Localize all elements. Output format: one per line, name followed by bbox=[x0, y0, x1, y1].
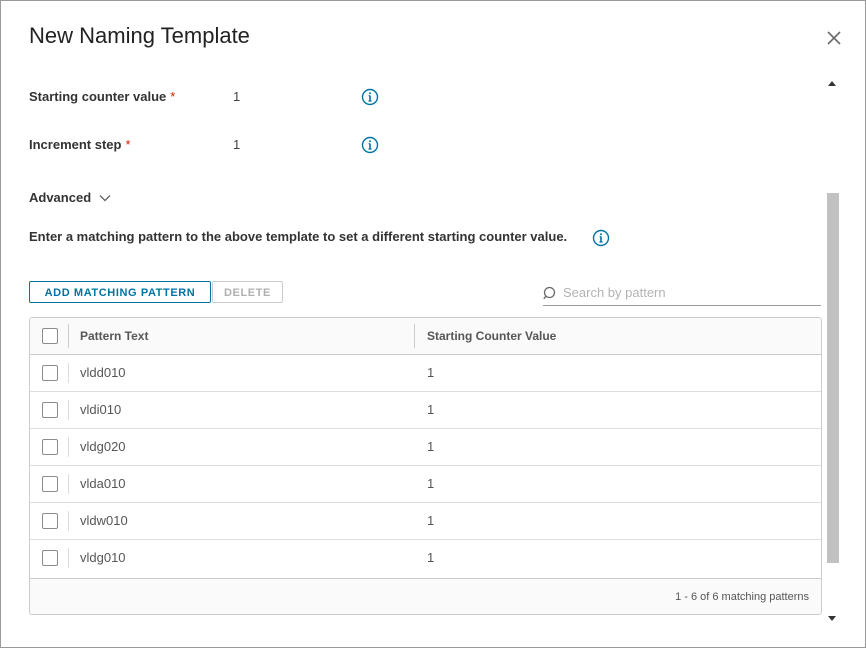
pattern-text-cell: vlda010 bbox=[80, 476, 126, 491]
table-row[interactable]: vldg020 1 bbox=[30, 429, 821, 466]
table-row[interactable]: vldw010 1 bbox=[30, 503, 821, 540]
advanced-toggle[interactable]: Advanced bbox=[29, 190, 111, 205]
starting-counter-field: Starting counter value * 1 bbox=[29, 87, 429, 109]
add-matching-pattern-button[interactable]: ADD MATCHING PATTERN bbox=[29, 281, 211, 303]
row-separator bbox=[68, 511, 69, 531]
row-separator bbox=[68, 363, 69, 383]
row-checkbox[interactable] bbox=[42, 402, 58, 418]
search-box bbox=[543, 281, 821, 306]
required-marker: * bbox=[170, 89, 176, 104]
row-checkbox[interactable] bbox=[42, 476, 58, 492]
pagination-summary: 1 - 6 of 6 matching patterns bbox=[675, 591, 809, 603]
starting-counter-label: Starting counter value * bbox=[29, 89, 176, 104]
matching-pattern-hint: Enter a matching pattern to the above te… bbox=[29, 229, 568, 244]
close-button[interactable] bbox=[823, 27, 845, 49]
new-naming-template-dialog: New Naming Template Starting counter val… bbox=[0, 0, 866, 648]
info-icon[interactable] bbox=[361, 88, 379, 106]
row-separator bbox=[68, 474, 69, 494]
dialog-body: Starting counter value * 1 Increment step… bbox=[1, 75, 843, 623]
chevron-down-icon bbox=[99, 194, 111, 201]
search-icon bbox=[543, 286, 556, 300]
grid-header: Pattern Text Starting Counter Value bbox=[30, 318, 821, 355]
table-row[interactable]: vldg010 1 bbox=[30, 540, 821, 576]
starting-counter-value[interactable]: 1 bbox=[233, 89, 240, 104]
row-checkbox[interactable] bbox=[42, 365, 58, 381]
starting-counter-cell: 1 bbox=[427, 365, 435, 380]
starting-counter-cell: 1 bbox=[427, 439, 435, 454]
scroll-up-arrow-icon[interactable] bbox=[828, 81, 836, 86]
delete-button[interactable]: DELETE bbox=[212, 281, 283, 303]
starting-counter-cell: 1 bbox=[427, 476, 435, 491]
close-icon bbox=[827, 31, 841, 45]
row-separator bbox=[68, 400, 69, 420]
advanced-label: Advanced bbox=[29, 190, 92, 205]
column-header-starting-counter[interactable]: Starting Counter Value bbox=[427, 329, 556, 343]
starting-counter-cell: 1 bbox=[427, 402, 435, 417]
table-row[interactable]: vldd010 1 bbox=[30, 355, 821, 392]
pattern-text-cell: vldd010 bbox=[80, 365, 126, 380]
info-icon[interactable] bbox=[361, 136, 379, 154]
row-checkbox[interactable] bbox=[42, 550, 58, 566]
increment-step-value[interactable]: 1 bbox=[233, 137, 240, 152]
row-separator bbox=[68, 548, 69, 568]
increment-step-label: Increment step * bbox=[29, 137, 131, 152]
starting-counter-cell: 1 bbox=[427, 550, 435, 565]
pattern-text-cell: vldi010 bbox=[80, 402, 122, 417]
pattern-text-cell: vldw010 bbox=[80, 513, 128, 528]
starting-counter-cell: 1 bbox=[427, 513, 435, 528]
scrollbar-thumb[interactable] bbox=[827, 193, 839, 563]
table-row[interactable]: vldi010 1 bbox=[30, 392, 821, 429]
row-checkbox[interactable] bbox=[42, 439, 58, 455]
info-icon[interactable] bbox=[592, 229, 610, 247]
pattern-text-cell: vldg020 bbox=[80, 439, 126, 454]
required-marker: * bbox=[125, 137, 131, 152]
matching-patterns-grid: Pattern Text Starting Counter Value vldd… bbox=[29, 317, 822, 615]
table-row[interactable]: vlda010 1 bbox=[30, 466, 821, 503]
column-header-pattern-text[interactable]: Pattern Text bbox=[80, 329, 148, 343]
column-separator bbox=[68, 324, 69, 348]
row-checkbox[interactable] bbox=[42, 513, 58, 529]
dialog-title: New Naming Template bbox=[29, 23, 250, 48]
select-all-checkbox[interactable] bbox=[42, 328, 58, 344]
row-separator bbox=[68, 437, 69, 457]
column-resize-handle[interactable] bbox=[414, 324, 415, 348]
vertical-scrollbar[interactable] bbox=[825, 75, 841, 625]
grid-footer: 1 - 6 of 6 matching patterns bbox=[30, 578, 821, 614]
increment-step-field: Increment step * 1 bbox=[29, 135, 429, 157]
scroll-down-arrow-icon[interactable] bbox=[828, 616, 836, 621]
search-input[interactable] bbox=[563, 281, 817, 303]
pattern-text-cell: vldg010 bbox=[80, 550, 126, 565]
